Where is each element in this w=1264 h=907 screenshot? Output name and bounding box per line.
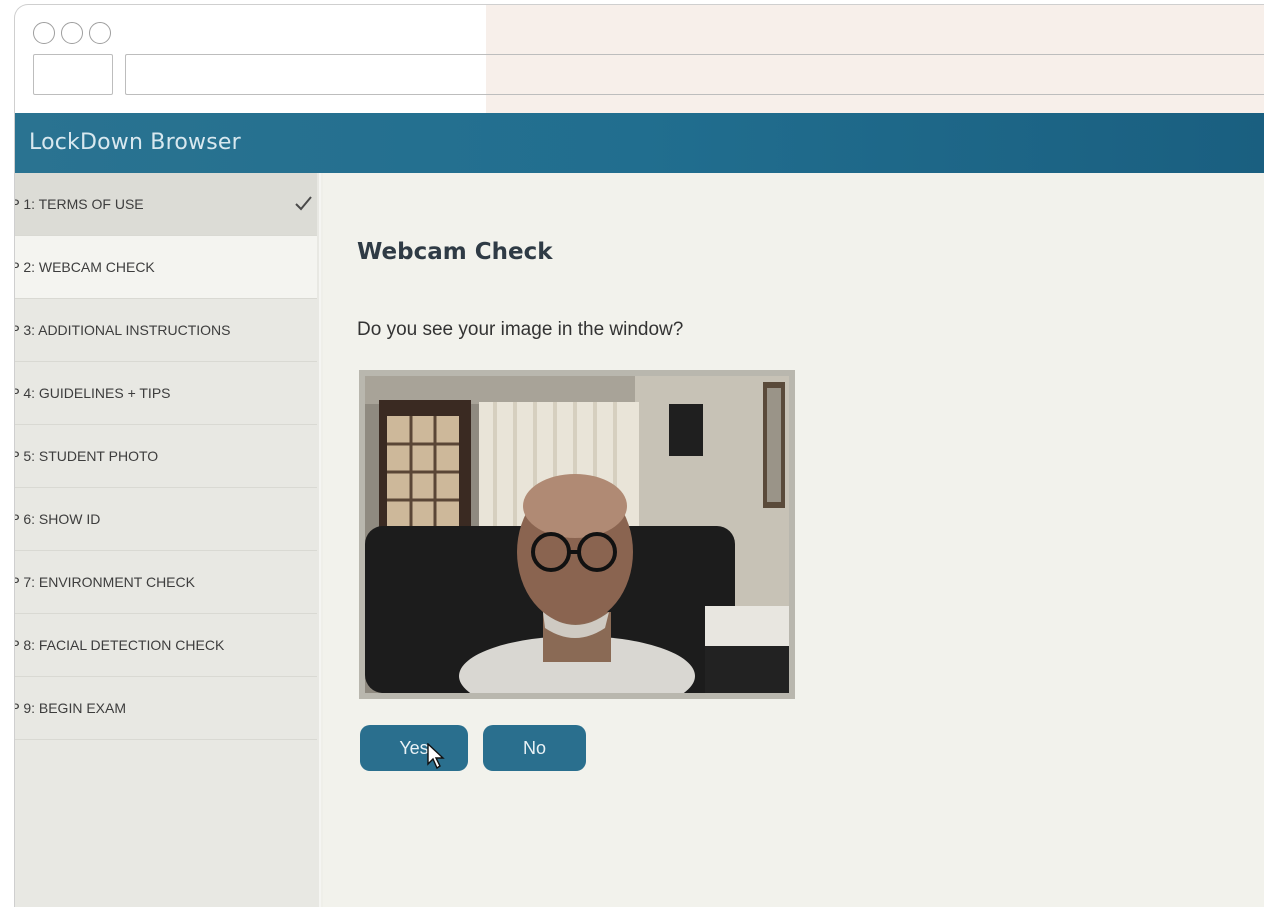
step-label: EP 6: SHOW ID [15,511,101,527]
sidebar-step-begin-exam[interactable]: EP 9: BEGIN EXAM [15,677,317,740]
step-label: EP 8: FACIAL DETECTION CHECK [15,637,225,653]
browser-window: LockDown Browser EP 1: TERMS OF USE EP 2… [14,4,1264,907]
app-header: LockDown Browser [15,113,1264,173]
steps-sidebar: EP 1: TERMS OF USE EP 2: WEBCAM CHECK EP… [15,173,321,907]
nav-button-box[interactable] [33,54,113,95]
yes-button[interactable]: Yes [360,725,468,771]
address-bar[interactable] [125,54,1264,95]
step-label: EP 3: ADDITIONAL INSTRUCTIONS [15,322,231,338]
sidebar-step-facial-detection-check[interactable]: EP 8: FACIAL DETECTION CHECK [15,614,317,677]
mouse-pointer-icon [427,743,445,769]
app-title: LockDown Browser [29,130,241,155]
step-label: EP 9: BEGIN EXAM [15,700,127,716]
sidebar-step-environment-check[interactable]: EP 7: ENVIRONMENT CHECK [15,551,317,614]
webcam-preview [359,370,795,699]
no-button[interactable]: No [483,725,586,771]
sidebar-step-show-id[interactable]: EP 6: SHOW ID [15,488,317,551]
main-content: Webcam Check Do you see your image in th… [323,173,1264,907]
window-zoom-control[interactable] [89,22,111,44]
step-label: EP 7: ENVIRONMENT CHECK [15,574,195,590]
sidebar-step-guidelines-tips[interactable]: EP 4: GUIDELINES + TIPS [15,362,317,425]
sidebar-step-additional-instructions[interactable]: EP 3: ADDITIONAL INSTRUCTIONS [15,299,317,362]
step-label: EP 5: STUDENT PHOTO [15,448,159,464]
step-label: EP 2: WEBCAM CHECK [15,259,155,275]
sidebar-step-terms-of-use[interactable]: EP 1: TERMS OF USE [15,173,317,236]
webcam-feed-image [365,376,789,693]
window-close-control[interactable] [33,22,55,44]
webcam-question: Do you see your image in the window? [357,319,684,340]
step-label: EP 1: TERMS OF USE [15,196,144,212]
sidebar-step-student-photo[interactable]: EP 5: STUDENT PHOTO [15,425,317,488]
lockdown-app: LockDown Browser EP 1: TERMS OF USE EP 2… [15,113,1264,907]
window-minimize-control[interactable] [61,22,83,44]
sidebar-step-webcam-check[interactable]: EP 2: WEBCAM CHECK [15,236,317,299]
check-icon [295,196,312,211]
page-title: Webcam Check [357,239,553,265]
step-label: EP 4: GUIDELINES + TIPS [15,385,171,401]
